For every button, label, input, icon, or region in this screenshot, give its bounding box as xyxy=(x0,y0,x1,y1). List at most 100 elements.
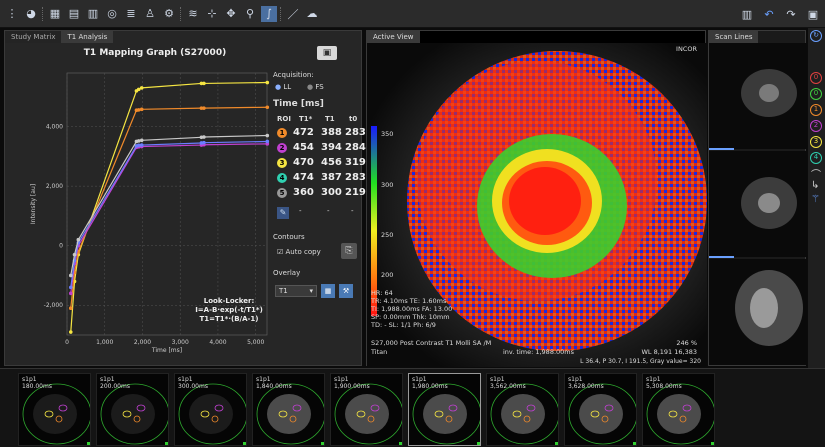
roi-button-2[interactable]: 1 xyxy=(810,104,822,116)
time-label: Time [ms] xyxy=(273,99,324,109)
roi-t1star: 454 xyxy=(293,142,314,153)
data-point xyxy=(136,139,141,143)
roi-add-row[interactable]: ✎ - - - xyxy=(277,207,361,219)
grid-icon[interactable]: ▦ xyxy=(47,6,63,22)
cursor-icon[interactable]: ↳ xyxy=(811,180,819,191)
chart-title: T1 Mapping Graph (S27000) xyxy=(84,48,226,58)
thumbnail-time: 1,900.00ms xyxy=(334,383,370,390)
roi-t1star: 470 xyxy=(293,157,314,168)
col-t1star: T1* xyxy=(299,115,313,123)
chart-icon[interactable]: ≋ xyxy=(185,6,201,22)
camera-icon[interactable]: ▣ xyxy=(805,6,821,22)
person-icon[interactable]: ♙ xyxy=(142,6,158,22)
x-tick-label: 1,000 xyxy=(96,339,113,346)
thumbnail-1[interactable]: s1p1 200.00ms xyxy=(96,373,169,446)
roi-row[interactable]: 4 474 387 283 xyxy=(277,172,366,184)
roi-button-0[interactable]: 0 xyxy=(810,72,822,84)
layout2-icon[interactable]: ▥ xyxy=(85,6,101,22)
thumbnail-label: s1p1 1,980.00ms xyxy=(412,376,448,390)
y-tick-label: 4,000 xyxy=(46,124,63,131)
radio-fs-label: FS xyxy=(315,83,324,91)
thumbnail-7[interactable]: s1p1 3,628.00ms xyxy=(564,373,637,446)
active-view-panel[interactable]: Active View INCOR 350 300 250 200 HR: 64… xyxy=(366,30,707,367)
thumbnail-5[interactable]: s1p1 1,980.00ms xyxy=(408,373,481,446)
series-description: S27,000 Post Contrast T1 Molli SA /M xyxy=(371,339,492,347)
undo-icon[interactable]: ↶ xyxy=(761,6,777,22)
scan-lines-panel[interactable]: Scan Lines xyxy=(708,30,807,366)
data-point xyxy=(202,106,206,110)
camera-icon[interactable]: ▣ xyxy=(317,46,337,60)
gauge-icon[interactable]: ◕ xyxy=(23,6,39,22)
thumbnail-series: s1p1 xyxy=(412,376,427,383)
zoom-icon[interactable]: ⚲ xyxy=(242,6,258,22)
data-point xyxy=(139,138,144,143)
copy-contours-icon[interactable]: ⎘ xyxy=(341,243,357,259)
thumbnail-time: 180.00ms xyxy=(22,383,52,390)
roi-row[interactable]: 1 472 388 283 xyxy=(277,127,366,139)
thumbnail-8[interactable]: s1p1 5,308.00ms xyxy=(642,373,715,446)
separator xyxy=(180,6,182,21)
t1-graph: T1 Mapping Graph (S27000) 0 1,000 2,000 3,00… xyxy=(5,43,271,365)
thumbnail-series: s1p1 xyxy=(178,376,193,383)
institution-label: INCOR xyxy=(676,45,697,53)
radio-ll[interactable]: ● LL xyxy=(275,83,291,91)
roi-row[interactable]: 3 470 456 319 xyxy=(277,157,366,169)
gear-icon[interactable]: ⚙ xyxy=(161,6,177,22)
measure-icon[interactable]: ／ xyxy=(285,6,301,22)
bars-icon[interactable]: ≣ xyxy=(123,6,139,22)
separator xyxy=(280,6,282,21)
thumbnail-6[interactable]: s1p1 3,562.00ms xyxy=(486,373,559,446)
data-point xyxy=(265,133,270,138)
toolbar-right: ▥ ↶ ↷ ▣ xyxy=(739,6,821,22)
roi-badge: 1 xyxy=(277,128,287,138)
data-point xyxy=(68,291,73,296)
grip-icon: ⋮ xyxy=(6,7,18,20)
roi-badge: 2 xyxy=(277,143,287,153)
roi-t1: 300 xyxy=(321,187,342,198)
roi-button-1[interactable]: 0 xyxy=(810,88,822,100)
thumbnail-series: s1p1 xyxy=(568,376,583,383)
tab-scan-lines[interactable]: Scan Lines xyxy=(709,31,759,43)
roi-button-5[interactable]: 4 xyxy=(810,152,822,164)
acquisition-info: HR: 64 TR: 4.10ms TE: 1.60ms TI: 1,988.0… xyxy=(371,289,453,329)
scan-lines-images[interactable] xyxy=(709,43,807,365)
wrench-icon[interactable]: ⚒ xyxy=(339,284,353,298)
roi-t0: 284 xyxy=(345,142,366,153)
roi-button-3[interactable]: 2 xyxy=(810,120,822,132)
cloud-icon[interactable]: ☁ xyxy=(304,6,320,22)
auto-copy-checkbox[interactable]: ☑ Auto copy xyxy=(277,248,321,256)
roi-button-4[interactable]: 3 xyxy=(810,136,822,148)
chevron-down-icon: ▾ xyxy=(309,287,313,295)
wave-icon[interactable]: ◎ xyxy=(104,6,120,22)
colormap-icon[interactable]: ▦ xyxy=(321,284,335,298)
separator xyxy=(42,6,44,21)
thumbnail-label: s1p1 200.00ms xyxy=(100,376,130,390)
redo-icon[interactable]: ↷ xyxy=(783,6,799,22)
overlay-select[interactable]: T1 ▾ xyxy=(275,285,317,297)
layout-icon[interactable]: ▤ xyxy=(66,6,82,22)
scale-200: 200 xyxy=(381,271,394,279)
monitor-icon[interactable]: ▥ xyxy=(739,6,755,22)
split-icon[interactable]: ⊹ xyxy=(204,6,220,22)
roi-row[interactable]: 5 360 300 219 xyxy=(277,187,366,199)
thumbnail-3[interactable]: s1p1 1,840.00ms xyxy=(252,373,325,446)
overlay-select-value: T1 xyxy=(279,287,288,295)
roi-t0: 219 xyxy=(345,187,366,198)
scanner-name: Titan xyxy=(371,348,388,356)
data-point xyxy=(139,107,144,112)
radio-fs[interactable]: ● FS xyxy=(307,83,324,91)
tab-t1-analysis[interactable]: T1 Analysis xyxy=(61,31,114,43)
roi-row[interactable]: 2 454 394 284 xyxy=(277,142,366,154)
thumbnail-label: s1p1 5,308.00ms xyxy=(646,376,682,390)
curve-tool-icon[interactable]: ⌒ xyxy=(811,166,821,181)
curve-icon[interactable]: ∫ xyxy=(261,5,277,22)
move-icon[interactable]: ✥ xyxy=(223,6,239,22)
thumbnail-4[interactable]: s1p1 1,900.00ms xyxy=(330,373,403,446)
refresh-icon[interactable]: ↻ xyxy=(810,30,822,42)
tab-study-matrix[interactable]: Study Matrix xyxy=(5,31,62,43)
thumbnail-0[interactable]: s1p1 180.00ms xyxy=(18,373,91,446)
thumbnail-2[interactable]: s1p1 300.00ms xyxy=(174,373,247,446)
thumbnail-label: s1p1 3,628.00ms xyxy=(568,376,604,390)
pencil-icon[interactable]: ✎ xyxy=(277,207,289,219)
network-icon[interactable]: ⚚ xyxy=(811,194,820,205)
